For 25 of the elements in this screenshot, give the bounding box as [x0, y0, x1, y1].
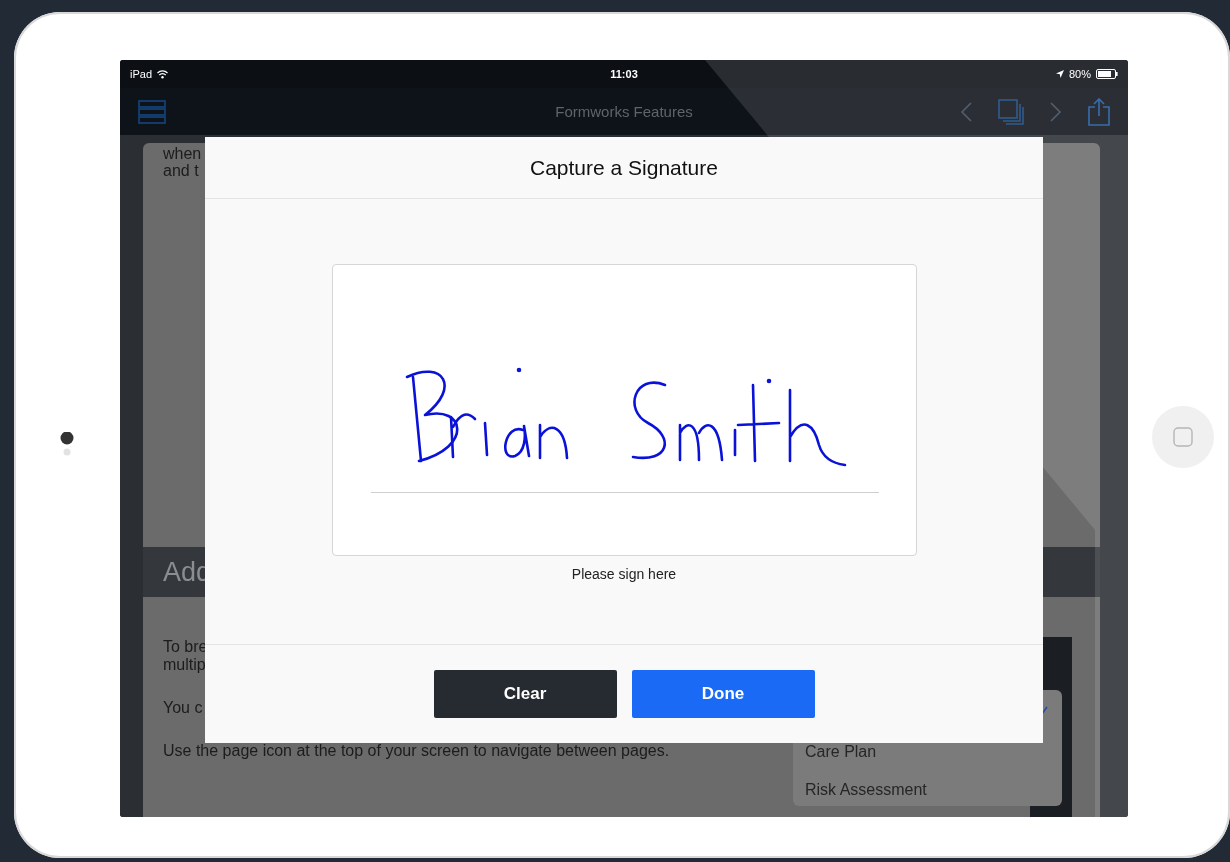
wifi-icon: [157, 69, 169, 79]
clear-button[interactable]: Clear: [433, 670, 617, 718]
location-arrow-icon: [1055, 70, 1064, 78]
battery-percentage: 80%: [1068, 68, 1091, 80]
camera-icon: [60, 432, 74, 456]
chevron-left-icon[interactable]: [960, 101, 972, 122]
body-text: when: [163, 145, 202, 162]
body-text: Use the page icon at the top of your screen to navigate between pages.: [163, 742, 670, 760]
menu-item[interactable]: Care Plan: [805, 743, 877, 761]
clock-time: 11:03: [610, 68, 638, 80]
body-text: You c: [163, 699, 203, 717]
pages-icon[interactable]: [998, 98, 1024, 125]
share-icon[interactable]: [1088, 97, 1110, 126]
chevron-right-icon[interactable]: [1050, 101, 1062, 122]
menu-item[interactable]: Risk Assessment: [805, 781, 927, 799]
body-text: and t: [163, 162, 199, 179]
modal-title: Capture a Signature: [530, 155, 718, 180]
menu-icon[interactable]: [138, 99, 166, 124]
done-button[interactable]: Done: [631, 670, 815, 718]
signature-pad[interactable]: [331, 264, 917, 556]
nav-title: Formworks Features: [555, 103, 693, 120]
signature-caption: Please sign here: [571, 566, 677, 582]
carrier-label: iPad: [130, 68, 153, 80]
square-icon: [1173, 427, 1193, 447]
battery-icon: [1096, 69, 1118, 79]
